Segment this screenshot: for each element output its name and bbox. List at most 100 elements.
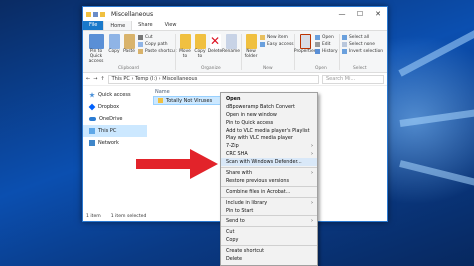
copy-path-icon: [138, 42, 143, 47]
nav-item-quick-access[interactable]: Quick access: [83, 89, 147, 101]
invert-selection-icon: [342, 49, 347, 54]
new-folder-label: New folder: [244, 49, 258, 59]
select-all-button[interactable]: Select all: [342, 35, 369, 40]
ribbon-tabs: File Home Share View: [83, 20, 387, 31]
folder-icon: [158, 98, 163, 103]
tab-share[interactable]: Share: [132, 20, 158, 30]
select-none-icon: [342, 42, 347, 47]
window-title: Miscellaneous: [111, 10, 154, 18]
menu-item-label: Scan with Windows Defender...: [226, 159, 302, 166]
submenu-arrow-icon: ›: [311, 218, 313, 225]
open-group-label: Open: [315, 66, 327, 71]
menu-item-combine-files-in-acrobat[interactable]: Combine files in Acrobat...: [221, 188, 317, 196]
nav-label: OneDrive: [99, 116, 123, 122]
menu-item-share-with[interactable]: Share with ›: [221, 169, 317, 177]
menu-item-dbpoweramp-batch-convert[interactable]: dBpoweramp Batch Convert: [221, 103, 317, 111]
new-folder-icon[interactable]: [100, 11, 105, 17]
menu-item-create-shortcut[interactable]: Create shortcut: [221, 247, 317, 255]
menu-item-send-to[interactable]: Send to ›: [221, 217, 317, 225]
nav-item-network[interactable]: Network: [83, 137, 147, 149]
new-folder-button[interactable]: New folder: [244, 34, 258, 59]
menu-item-open-in-new-window[interactable]: Open in new window: [221, 111, 317, 119]
nav-label: This PC: [98, 128, 117, 134]
copy-path-label: Copy path: [145, 42, 168, 47]
nav-item-this-pc[interactable]: This PC: [83, 125, 147, 137]
paste-icon: [123, 34, 135, 49]
search-input[interactable]: Search Mi...: [322, 74, 384, 84]
move-to-button[interactable]: Move to: [178, 34, 192, 59]
properties-icon: [299, 34, 311, 49]
maximize-button[interactable]: ☐: [351, 7, 369, 21]
close-button[interactable]: ✕: [369, 7, 387, 21]
properties-icon[interactable]: [93, 11, 98, 17]
rename-button[interactable]: Rename: [222, 34, 240, 54]
paste-shortcut-label: Paste shortcut: [145, 49, 177, 54]
easy-access-button[interactable]: Easy access: [260, 42, 294, 47]
nav-item-dropbox[interactable]: Dropbox: [83, 101, 147, 113]
paste-shortcut-icon: [138, 49, 143, 54]
menu-item-scan-with-windows-defender[interactable]: Scan with Windows Defender...: [221, 158, 317, 167]
tab-home[interactable]: Home: [103, 20, 133, 30]
select-none-label: Select none: [349, 42, 375, 47]
wallpaper-beam: [399, 160, 474, 196]
cloud-icon: [89, 117, 96, 121]
menu-item-delete[interactable]: Delete: [221, 255, 317, 263]
pin-quick-access-button[interactable]: Pin to Quick access: [86, 34, 106, 64]
paste-button[interactable]: Paste: [122, 34, 136, 54]
minimize-button[interactable]: —: [333, 7, 351, 21]
menu-item-copy[interactable]: Copy: [221, 236, 317, 244]
menu-item-cut[interactable]: Cut: [221, 228, 317, 236]
nav-label: Dropbox: [98, 104, 120, 110]
up-arrow-icon[interactable]: ↑: [100, 76, 104, 82]
nav-label: Quick access: [98, 92, 131, 98]
menu-item-play-with-vlc-media-player[interactable]: Play with VLC media player: [221, 134, 317, 142]
select-none-button[interactable]: Select none: [342, 42, 375, 47]
open-button[interactable]: Open: [315, 35, 334, 40]
network-icon: [89, 140, 95, 146]
delete-button[interactable]: ✕ Delete: [208, 34, 222, 54]
title-bar: Miscellaneous — ☐ ✕: [83, 7, 387, 21]
menu-item-label: Play with VLC media player: [226, 135, 293, 142]
menu-item-label: dBpoweramp Batch Convert: [226, 103, 295, 110]
nav-label: Network: [98, 140, 119, 146]
menu-item-open[interactable]: Open: [221, 95, 317, 103]
copy-button[interactable]: Copy: [107, 34, 121, 54]
tab-view[interactable]: View: [159, 20, 183, 30]
history-button[interactable]: History: [315, 49, 338, 54]
menu-item-include-in-library[interactable]: Include in library ›: [221, 199, 317, 207]
paste-shortcut-button[interactable]: Paste shortcut: [138, 49, 176, 54]
new-item-button[interactable]: New item: [260, 35, 288, 40]
forward-arrow-icon[interactable]: →: [93, 76, 97, 82]
menu-item-label: Pin to Start: [226, 207, 254, 214]
menu-item-restore-previous-versions[interactable]: Restore previous versions: [221, 177, 317, 185]
edit-icon: [315, 42, 320, 47]
select-all-label: Select all: [349, 35, 370, 40]
back-arrow-icon[interactable]: ←: [86, 76, 90, 82]
cut-button[interactable]: Cut: [138, 35, 153, 40]
edit-label: Edit: [322, 42, 331, 47]
menu-item-pin-to-quick-access[interactable]: Pin to Quick access: [221, 119, 317, 127]
copy-to-button[interactable]: Copy to: [193, 34, 207, 59]
ribbon-separator: [241, 34, 242, 70]
submenu-arrow-icon: ›: [311, 169, 313, 176]
properties-button[interactable]: Properties: [293, 34, 317, 54]
menu-item-pin-to-start[interactable]: Pin to Start: [221, 207, 317, 215]
edit-button[interactable]: Edit: [315, 42, 331, 47]
menu-item-label: Share with: [226, 169, 253, 176]
new-group-label: New: [263, 66, 273, 71]
address-path[interactable]: This PC › Temp (I:) › Miscellaneous: [107, 74, 319, 84]
selection-count: 1 item selected: [110, 213, 147, 219]
move-to-icon: [179, 34, 191, 49]
invert-selection-button[interactable]: Invert selection: [342, 49, 383, 54]
tab-file[interactable]: File: [83, 20, 104, 30]
nav-item-onedrive[interactable]: OneDrive: [83, 113, 147, 125]
menu-item-crc-sha[interactable]: CRC SHA ›: [221, 150, 317, 158]
delete-label: Delete: [207, 49, 223, 54]
properties-label: Properties: [293, 49, 317, 54]
item-count: 1 item: [86, 213, 101, 219]
menu-item-7-zip[interactable]: 7-Zip ›: [221, 142, 317, 150]
submenu-arrow-icon: ›: [311, 143, 313, 150]
copy-path-button[interactable]: Copy path: [138, 42, 168, 47]
menu-item-add-to-vlc-media-player-s-playlist[interactable]: Add to VLC media player's Playlist: [221, 127, 317, 135]
computer-icon: [89, 128, 95, 134]
